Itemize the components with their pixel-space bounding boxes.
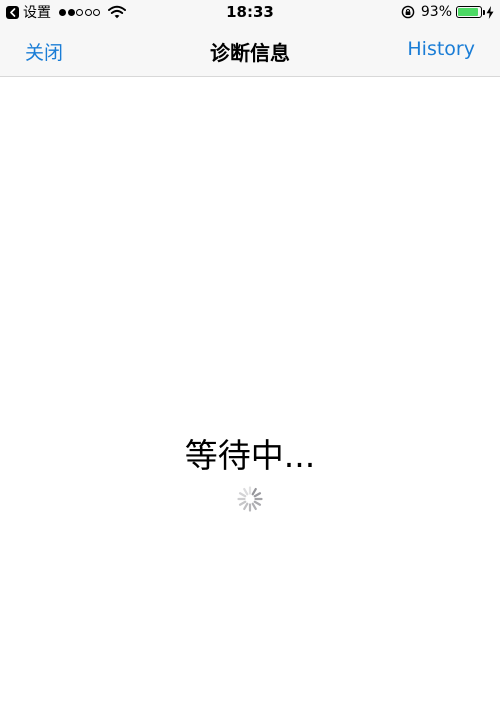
spinner-icon — [237, 486, 263, 512]
spinner-spoke — [243, 487, 249, 496]
battery-level-fill — [458, 8, 479, 16]
screen: 设置 18:33 93% 关闭 诊断信息 History 等待中... — [0, 0, 500, 711]
content-area: 等待中... — [0, 77, 500, 711]
battery-cap — [483, 10, 485, 15]
spinner-spoke — [238, 500, 247, 506]
orientation-lock-icon — [401, 5, 415, 19]
battery-percent: 93% — [420, 4, 452, 20]
spinner-spoke — [243, 502, 249, 511]
spinner-spoke — [251, 487, 257, 496]
spinner-spoke — [238, 492, 247, 498]
history-button[interactable]: History — [407, 38, 475, 60]
battery-icon — [456, 6, 485, 18]
spinner-spoke — [253, 500, 262, 506]
waiting-text: 等待中... — [184, 436, 316, 475]
spinner-spoke — [253, 492, 262, 498]
spinner-spoke — [251, 502, 257, 511]
status-bar: 设置 18:33 93% — [0, 0, 500, 24]
nav-bar: 关闭 诊断信息 History — [0, 24, 500, 77]
bolt-icon — [486, 5, 494, 19]
status-right: 93% — [401, 3, 494, 21]
